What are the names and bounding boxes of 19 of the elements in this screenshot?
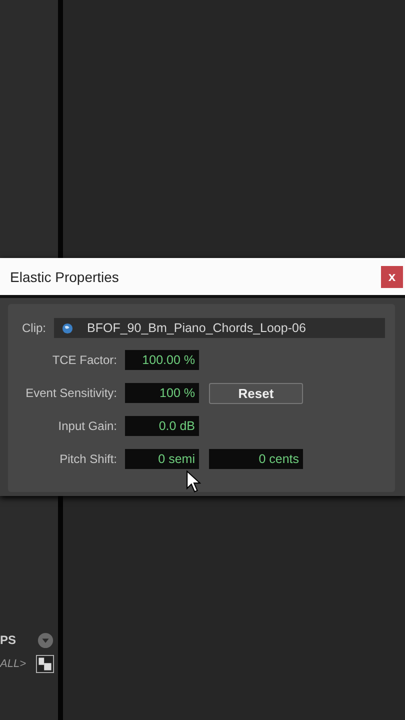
value-field[interactable]: 100.00 % — [125, 350, 199, 370]
grid-icon[interactable] — [36, 655, 54, 673]
field-label: Clip: — [22, 321, 46, 335]
reset-button[interactable]: Reset — [209, 382, 303, 404]
value-field[interactable]: 0.0 dB — [125, 416, 199, 436]
window-title: Elastic Properties — [10, 268, 119, 284]
field-label: Input Gain: — [57, 419, 117, 433]
field-label: Pitch Shift: — [58, 452, 117, 466]
side-label: PS — [0, 633, 16, 647]
field-label: Event Sensitivity: — [24, 386, 117, 400]
cursor-icon — [186, 470, 201, 494]
clip-name: BFOF_90_Bm_Piano_Chords_Loop-06 — [87, 321, 306, 335]
value-field[interactable]: 100 % — [125, 383, 199, 403]
value-field[interactable]: 0 semi — [125, 449, 199, 469]
dropdown-icon[interactable] — [37, 632, 54, 648]
close-button[interactable]: x — [381, 266, 403, 288]
value-field[interactable]: 0 cents — [209, 449, 303, 469]
field-label: TCE Factor: — [51, 353, 117, 367]
globe-icon — [62, 322, 74, 334]
